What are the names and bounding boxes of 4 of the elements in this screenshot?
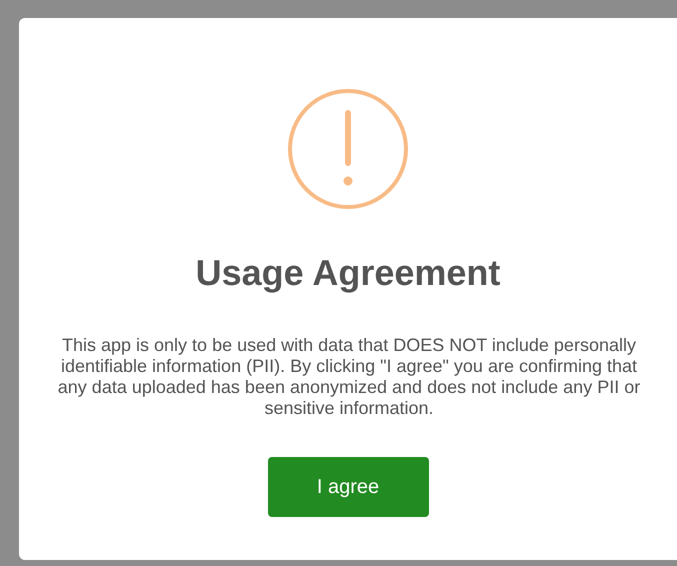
agree-button[interactable]: I agree	[268, 457, 428, 517]
dialog-title: Usage Agreement	[196, 251, 500, 295]
warning-icon	[287, 88, 409, 210]
dialog-message: This app is only to be used with data that DOES NOT include personally identifiable information (PII). By clicking "I agree" you are confirming that any data uploaded has been anonymized and does not include any PII or sensitive information.	[56, 335, 642, 419]
